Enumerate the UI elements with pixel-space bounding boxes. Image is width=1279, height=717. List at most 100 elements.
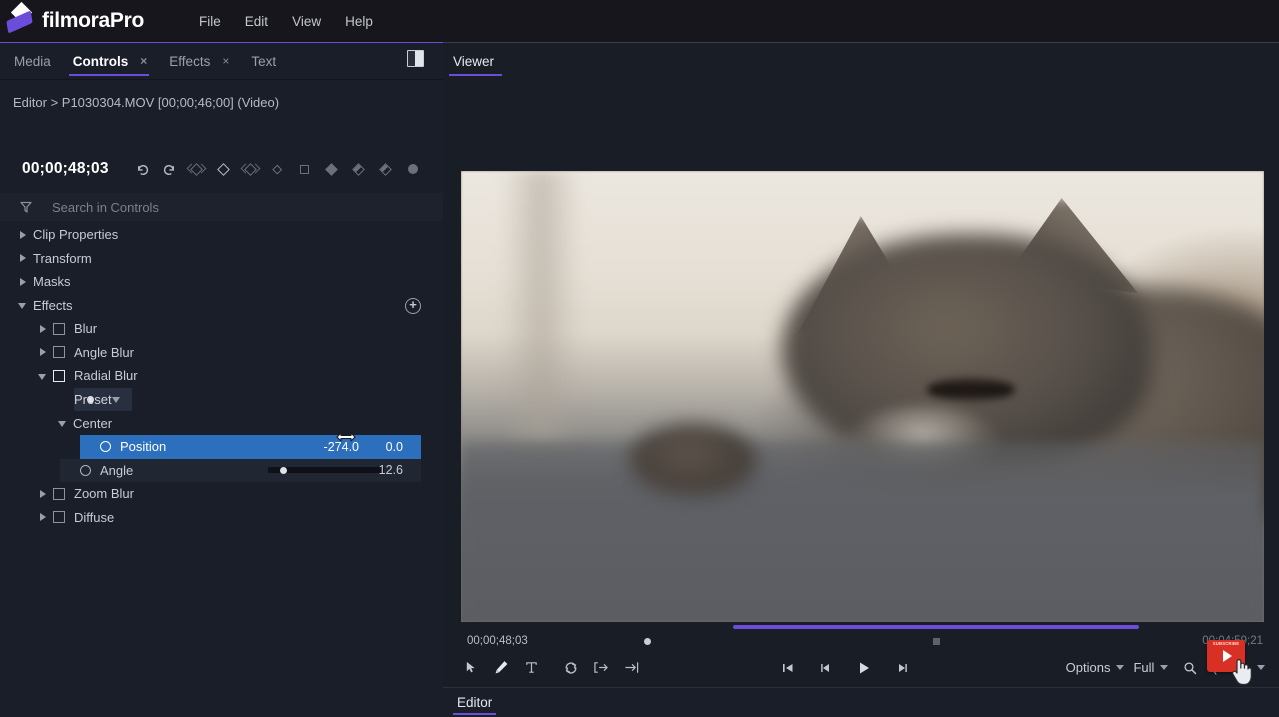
undo-icon[interactable] [132,158,154,180]
play-button[interactable] [851,655,877,681]
chevron-down-icon[interactable] [112,397,120,403]
keyframe-toggle-icon[interactable] [80,465,91,476]
menu-item-help[interactable]: Help [336,10,382,33]
angle-slider[interactable] [268,467,384,473]
preset-dropdown[interactable]: Preset [74,388,132,411]
chevron-down-icon[interactable] [1160,665,1168,670]
tree-item-diffuse[interactable]: Diffuse [0,506,443,530]
tree-item-label: Radial Blur [74,368,138,383]
next-keyframe-icon[interactable] [240,158,262,180]
loop-icon[interactable] [558,655,584,681]
keyframe-smooth-icon[interactable] [402,158,424,180]
angle-slider-knob[interactable] [280,467,287,474]
effect-enable-checkbox[interactable] [53,323,65,335]
chevron-down-icon[interactable] [1116,665,1124,670]
quality-dropdown[interactable]: Full [1133,660,1168,675]
chevron-right-icon[interactable] [38,512,48,522]
menu-item-view[interactable]: View [283,10,330,33]
keyframe-linear-icon[interactable] [267,158,289,180]
tree-item-label: Blur [74,321,97,336]
keyframe-ease-out-icon[interactable] [375,158,397,180]
menu-bar: filmoraPro File Edit View Help [0,0,1279,42]
effect-enable-checkbox[interactable] [53,511,65,523]
keyframe-hold-icon[interactable] [294,158,316,180]
chevron-right-icon[interactable] [18,230,28,240]
previous-keyframe-icon[interactable] [186,158,208,180]
effect-enable-checkbox[interactable] [53,488,65,500]
split-panel-icon[interactable] [407,50,424,67]
close-icon[interactable]: × [222,54,229,68]
step-forward-button[interactable] [889,655,915,681]
chevron-right-icon[interactable] [38,324,48,334]
text-tool-icon[interactable] [518,655,544,681]
close-icon[interactable]: × [140,54,147,68]
scrubber-range-bar[interactable] [733,625,1139,629]
step-back-button[interactable] [813,655,839,681]
tree-item-angle-blur[interactable]: Angle Blur [0,341,443,365]
param-label: Angle [100,463,133,478]
tab-controls[interactable]: Controls × [59,43,156,79]
clip-marker[interactable] [933,638,940,645]
chevron-down-icon[interactable] [18,300,28,310]
filmora-diamond-logo-icon [6,6,40,36]
chevron-down-icon[interactable] [38,371,48,381]
editor-bar: Editor [443,687,1279,717]
tree-item-clip-properties[interactable]: Clip Properties [0,223,443,247]
keyframe-bezier-icon[interactable] [321,158,343,180]
magnifier-icon[interactable] [1177,655,1203,681]
quality-label: Full [1133,660,1154,675]
menu-item-file[interactable]: File [190,10,230,33]
filmorapro-window: filmoraPro File Edit View Help Media Con… [0,0,1279,717]
tree-item-masks[interactable]: Masks [0,270,443,294]
effect-enable-checkbox[interactable] [53,370,65,382]
mark-in-icon[interactable] [588,655,614,681]
chevron-right-icon[interactable] [38,489,48,499]
tree-item-label: Zoom Blur [74,486,134,501]
video-preview[interactable] [461,171,1264,622]
options-dropdown[interactable]: Options [1066,660,1125,675]
viewer-toolbar: Options Full (8 [443,647,1279,688]
tab-controls-label: Controls [73,54,129,69]
param-row-position[interactable]: Position -274.0 0.0 [80,435,421,459]
chevron-right-icon[interactable] [38,347,48,357]
add-keyframe-icon[interactable] [213,158,235,180]
scrubber[interactable]: 00;00;48;03 00;04;59;21 [443,609,1279,649]
add-effect-button[interactable]: + [405,298,421,314]
playhead-marker[interactable] [644,638,651,645]
tree-item-zoom-blur[interactable]: Zoom Blur [0,482,443,506]
tree-item-blur[interactable]: Blur [0,317,443,341]
tree-item-effects[interactable]: Effects + [0,294,443,318]
filter-icon[interactable] [19,200,33,214]
tree-item-transform[interactable]: Transform [0,247,443,271]
param-group-center[interactable]: Center [0,412,443,436]
param-row-angle[interactable]: Angle 12.6 [60,459,421,483]
chevron-right-icon[interactable] [18,277,28,287]
keyframe-toolbar-row: 00;00;48;03 [0,155,443,183]
tab-viewer[interactable]: Viewer [443,43,504,79]
chevron-right-icon[interactable] [18,253,28,263]
tab-editor[interactable]: Editor [457,695,492,710]
tree-item-radial-blur[interactable]: Radial Blur [0,364,443,388]
keyframe-toggle-icon[interactable] [100,441,111,452]
chevron-down-icon[interactable] [58,418,68,428]
tree-item-label: Effects [33,298,73,313]
menu-item-edit[interactable]: Edit [236,10,277,33]
angle-value[interactable]: 12.6 [379,463,403,477]
tab-effects[interactable]: Effects × [155,43,237,79]
transport-controls [775,655,915,681]
breadcrumb: Editor > P1030304.MOV [00;00;46;00] (Vid… [13,95,279,110]
tab-text[interactable]: Text [237,43,284,79]
mark-out-icon[interactable] [618,655,644,681]
subscribe-label: SUBSCRIBE [1213,641,1239,646]
keyframe-ease-in-icon[interactable] [348,158,370,180]
go-to-start-button[interactable] [775,655,801,681]
pen-icon[interactable] [488,655,514,681]
tab-media[interactable]: Media [0,43,59,79]
effect-enable-checkbox[interactable] [53,346,65,358]
redo-icon[interactable] [159,158,181,180]
chevron-down-icon[interactable] [1257,665,1265,670]
select-arrow-icon[interactable] [458,655,484,681]
position-y-value[interactable]: 0.0 [386,440,403,454]
search-input[interactable] [52,200,443,215]
position-x-value[interactable]: -274.0 [324,440,359,454]
